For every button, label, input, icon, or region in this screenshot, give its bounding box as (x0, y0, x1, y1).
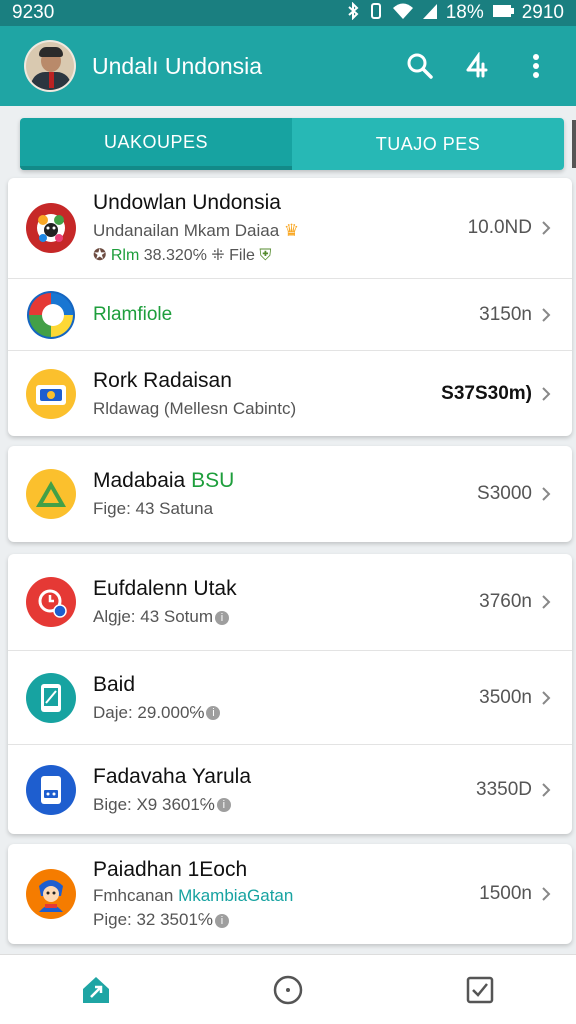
list-item-subtitle: Fmhcanan MkambiaGatan (93, 886, 294, 905)
list-item[interactable]: Madabaia BSU Fige: 43 Satuna S3000 (8, 446, 572, 542)
compass-icon[interactable] (258, 965, 318, 1015)
list-item-texts: Rork Radaisan Rldawag (Mellesn Cabintc) (93, 369, 433, 419)
search-icon[interactable] (398, 44, 442, 88)
list-item-title: Undowlan Undonsia (93, 191, 281, 214)
tab-overflow-edge (572, 120, 576, 168)
list-item-texts: Baid Daje: 29.000℅ i (93, 673, 471, 723)
list-item-meta: ✪ Rlm 38.320℅ ⁜ File ⛨ (93, 245, 460, 265)
chevron-right-icon (542, 307, 551, 322)
list-item-title-suffix: BSU (191, 469, 235, 492)
list-item-subtitle: Undanailan Mkam Daiaa ♛ (93, 221, 300, 240)
list-item-texts: Eufdalenn Utak Algje: 43 Sotum i (93, 577, 471, 627)
signal-icon (422, 2, 438, 25)
list-item-value: 3150n (479, 303, 532, 325)
phone-app-icon (26, 672, 76, 723)
shield-icon: ⛨ (259, 247, 272, 264)
list-item[interactable]: Rlamfiole 3150n (8, 278, 572, 350)
list-item-title: Rork Radaisan (93, 368, 232, 392)
list-item-value: 3760n (479, 591, 532, 612)
list-item-texts: Rlamfiole (93, 304, 471, 326)
list-item-subtitle: Daje: 29.000℅ i (93, 703, 471, 723)
chevron-right-icon (542, 595, 551, 609)
list-item-title: Paiadhan 1Eoch (93, 858, 248, 881)
list-item[interactable]: Fadavaha Yarula Bige: X9 3601℅ i 3350D (8, 744, 572, 834)
chevron-right-icon (542, 887, 551, 901)
status-bar: 9230 18% 2910 (0, 0, 576, 26)
list-card: Madabaia BSU Fige: 43 Satuna S3000 (8, 446, 572, 542)
list-item-texts: Madabaia BSU Fige: 43 Satuna (93, 469, 469, 519)
list-card: Eufdalenn Utak Algje: 43 Sotum i 3760n Ba… (8, 554, 572, 834)
app-bar: Undalı Undonsia (0, 26, 576, 106)
character-icon (26, 869, 76, 919)
list-card: Paiadhan 1Eoch Fmhcanan MkambiaGatan Pig… (8, 844, 572, 944)
app-title: Undalı Undonsia (92, 52, 263, 79)
tab-uakoupes[interactable]: UAKOUPES (20, 118, 292, 170)
list-item-title: Baid (93, 672, 136, 696)
info-icon: i (214, 913, 229, 928)
list-card: Undowlan Undonsia Undanailan Mkam Daiaa … (8, 178, 572, 436)
list-item-subtitle-accent: MkambiaGatan (178, 886, 294, 905)
home-icon[interactable] (66, 965, 126, 1015)
list-item-texts: Undowlan Undonsia Undanailan Mkam Daiaa … (93, 191, 460, 265)
list-item[interactable]: Undowlan Undonsia Undanailan Mkam Daiaa … (8, 178, 572, 278)
list-item-subtitle: Bige: X9 3601℅ i (93, 795, 468, 815)
list-item-title: Fadavaha Yarula (93, 764, 252, 788)
list-item[interactable]: Baid Daje: 29.000℅ i 3500n (8, 650, 572, 744)
list-item-value: S3000 (477, 483, 532, 504)
info-icon: i (216, 798, 231, 813)
list-item-meta: Pige: 32 3501℅ i (93, 910, 471, 930)
chevron-right-icon (542, 782, 551, 797)
status-icons: 18% 2910 (346, 1, 564, 25)
list-item-meta-text: 38.320℅ ⁜ File (143, 247, 255, 264)
camera-icon (26, 368, 76, 419)
chevron-right-icon (542, 487, 551, 501)
tab-tuajo-pes[interactable]: TUAJO PES (292, 118, 564, 170)
list-item-value: 3500n (479, 686, 532, 708)
status-clock-right: 2910 (521, 2, 564, 23)
game-card-icon (26, 764, 76, 815)
list-item-value: 10.0ND (467, 217, 532, 238)
list-item-title: Rlamfiole (93, 303, 173, 325)
flower-badge-icon (26, 203, 76, 253)
battery-percent: 18% (445, 2, 484, 23)
list-item-value: S37S30m) (441, 382, 532, 404)
list-item-value: 1500n (479, 883, 532, 904)
list-item-meta-green: Rlm (110, 247, 140, 264)
more-vert-icon[interactable] (514, 44, 558, 88)
list-item[interactable]: Rork Radaisan Rldawag (Mellesn Cabintc) … (8, 350, 572, 436)
list-item-subtitle: Rldawag (Mellesn Cabintc) (93, 398, 297, 418)
status-time: 9230 (12, 2, 55, 23)
bottom-navigation (0, 954, 576, 1024)
battery-icon (492, 4, 514, 23)
list-item[interactable]: Eufdalenn Utak Algje: 43 Sotum i 3760n (8, 554, 572, 650)
drive-icon (26, 469, 76, 519)
chevron-right-icon (542, 386, 551, 401)
info-icon: i (206, 706, 221, 721)
bluetooth-icon (346, 1, 360, 25)
checkbox-icon[interactable] (450, 965, 510, 1015)
list-item-title: Madabaia BSU (93, 469, 235, 492)
list-item-texts: Fadavaha Yarula Bige: X9 3601℅ i (93, 765, 468, 815)
wifi-icon (392, 2, 414, 25)
chevron-right-icon (542, 221, 551, 235)
info-icon: i (215, 610, 230, 625)
list-item-title: Eufdalenn Utak (93, 577, 237, 600)
timer-badge-icon (26, 577, 76, 627)
avatar[interactable] (24, 40, 76, 92)
list-item-value: 3350D (476, 778, 532, 800)
vibrate-icon (368, 2, 384, 25)
crown-icon: ♛ (283, 221, 300, 240)
list-item-subtitle: Algje: 43 Sotum i (93, 607, 471, 627)
sticker-icon: ✪ (93, 247, 107, 264)
list-item-texts: Paiadhan 1Eoch Fmhcanan MkambiaGatan Pig… (93, 858, 471, 930)
chevron-right-icon (542, 690, 551, 705)
google-photos-icon (26, 289, 76, 340)
list-item[interactable]: Paiadhan 1Eoch Fmhcanan MkambiaGatan Pig… (8, 844, 572, 944)
share-icon[interactable] (456, 44, 500, 88)
list-item-subtitle: Fige: 43 Satuna (93, 499, 214, 518)
tab-bar: UAKOUPES TUAJO PES (20, 118, 564, 170)
